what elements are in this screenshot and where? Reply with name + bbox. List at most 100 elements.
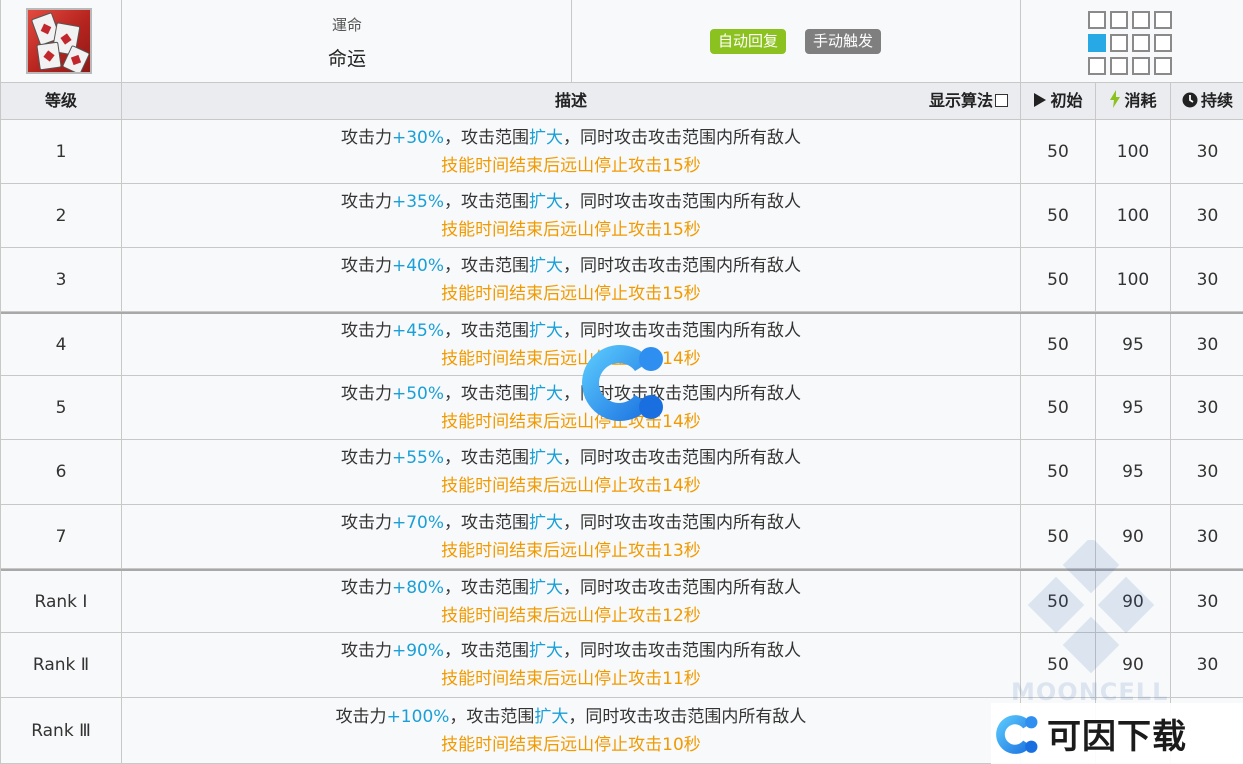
range-label: ，攻击范围 bbox=[444, 383, 530, 404]
initial-cell: 50 bbox=[1021, 120, 1096, 183]
range-expand: 扩大 bbox=[529, 448, 564, 468]
description-suffix: ，同时攻击攻击范围内所有敌人 bbox=[568, 706, 807, 727]
description-note: 技能时间结束后远山停止攻击15秒 bbox=[441, 152, 701, 180]
initial-header-label: 初始 bbox=[1050, 91, 1083, 110]
note-prefix: 技能时间结束后远山停止攻击 bbox=[441, 283, 663, 304]
skill-icon bbox=[26, 8, 92, 74]
description-note: 技能时间结束后远山停止攻击12秒 bbox=[441, 602, 701, 630]
atk-value: +80% bbox=[391, 577, 445, 598]
initial-header: 初始 bbox=[1021, 83, 1096, 119]
description-suffix: ，同时攻击攻击范围内所有敌人 bbox=[563, 320, 802, 341]
duration-cell: 30 bbox=[1196, 462, 1219, 482]
level-cell: 2 bbox=[1, 184, 122, 247]
description-line: 攻击力+100%，攻击范围扩大，同时攻击攻击范围内所有敌人 bbox=[336, 703, 807, 731]
level-cell: 4 bbox=[1, 314, 122, 375]
atk-value: +100% bbox=[386, 706, 450, 727]
range-label: ，攻击范围 bbox=[444, 255, 530, 276]
initial-cell: 50 bbox=[1021, 505, 1096, 568]
range-expand: 扩大 bbox=[529, 512, 564, 533]
description-suffix: ，同时攻击攻击范围内所有敌人 bbox=[563, 512, 802, 533]
range-tile bbox=[1132, 34, 1150, 52]
range-tile bbox=[1110, 34, 1128, 52]
show-formula-checkbox[interactable] bbox=[995, 94, 1008, 107]
cost-cell: 90 bbox=[1096, 633, 1171, 697]
cost-cell: 90 bbox=[1096, 571, 1171, 632]
initial-cell: 50 bbox=[1021, 184, 1096, 247]
attack-range-cell bbox=[1021, 0, 1243, 82]
description-cell: 攻击力+30%，攻击范围扩大，同时攻击攻击范围内所有敌人 技能时间结束后远山停止攻… bbox=[122, 120, 1021, 183]
cost-cell: 95 bbox=[1096, 376, 1171, 439]
description-suffix: ，同时攻击攻击范围内所有敌人 bbox=[563, 641, 802, 661]
duration-cell: 30 bbox=[1196, 269, 1219, 290]
description-line: 攻击力+35%，攻击范围扩大，同时攻击攻击范围内所有敌人 bbox=[341, 188, 801, 216]
cost-cell: 100 bbox=[1096, 248, 1171, 311]
note-prefix: 技能时间结束后远山停止攻击 bbox=[441, 411, 663, 432]
description-suffix: ，同时攻击攻击范围内所有敌人 bbox=[563, 577, 802, 598]
description-note: 技能时间结束后远山停止攻击11秒 bbox=[441, 665, 701, 693]
description-suffix: ，同时攻击攻击范围内所有敌人 bbox=[563, 383, 802, 404]
cost-cell bbox=[1096, 698, 1171, 763]
table-row: Rank Ⅲ 攻击力+100%，攻击范围扩大，同时攻击攻击范围内所有敌人 技能时间结… bbox=[1, 698, 1243, 764]
note-seconds: 15秒 bbox=[662, 219, 701, 240]
atk-value: +70% bbox=[391, 512, 445, 533]
table-header-row: 等级 描述 显示算法 初始 消耗 持续 bbox=[1, 83, 1243, 120]
table-row: 6 攻击力+55%，攻击范围扩大，同时攻击攻击范围内所有敌人 技能时间结束后远山停止… bbox=[1, 440, 1243, 505]
level-cell: 5 bbox=[1, 376, 122, 439]
cost-cell: 100 bbox=[1096, 184, 1171, 247]
description-note: 技能时间结束后远山停止攻击15秒 bbox=[441, 280, 701, 308]
range-tile bbox=[1110, 11, 1128, 29]
range-tile bbox=[1132, 57, 1150, 75]
note-seconds: 14秒 bbox=[662, 348, 701, 369]
atk-label: 攻击力 bbox=[340, 448, 392, 468]
atk-label: 攻击力 bbox=[340, 127, 392, 148]
duration-cell: 30 bbox=[1196, 526, 1219, 547]
range-expand: 扩大 bbox=[529, 577, 564, 598]
description-suffix: ，同时攻击攻击范围内所有敌人 bbox=[563, 255, 802, 276]
cost-cell: 95 bbox=[1096, 440, 1171, 504]
description-cell: 攻击力+70%，攻击范围扩大，同时攻击攻击范围内所有敌人 技能时间结束后远山停止攻… bbox=[122, 505, 1021, 568]
table-row: Rank Ⅱ 攻击力+90%，攻击范围扩大，同时攻击攻击范围内所有敌人 技能时间结束… bbox=[1, 633, 1243, 698]
table-row: 4 攻击力+45%，攻击范围扩大，同时攻击攻击范围内所有敌人 技能时间结束后远山停止… bbox=[1, 312, 1243, 376]
description-line: 攻击力+45%，攻击范围扩大，同时攻击攻击范围内所有敌人 bbox=[341, 317, 801, 345]
range-expand: 扩大 bbox=[534, 706, 569, 727]
atk-value: +50% bbox=[391, 383, 445, 404]
note-seconds: 15秒 bbox=[662, 155, 701, 176]
skill-name-original: 運命 bbox=[331, 16, 362, 34]
level-cell: Rank Ⅲ bbox=[1, 698, 122, 763]
range-tile bbox=[1088, 57, 1106, 75]
atk-label: 攻击力 bbox=[340, 320, 392, 341]
description-cell: 攻击力+80%，攻击范围扩大，同时攻击攻击范围内所有敌人 技能时间结束后远山停止攻… bbox=[122, 571, 1021, 632]
duration-cell: 30 bbox=[1196, 334, 1219, 355]
range-expand: 扩大 bbox=[529, 127, 564, 148]
level-cell: 1 bbox=[1, 120, 122, 183]
atk-label: 攻击力 bbox=[340, 255, 392, 276]
show-formula-toggle[interactable]: 显示算法 bbox=[929, 83, 1008, 119]
note-seconds: 12秒 bbox=[662, 605, 701, 626]
duration-cell: 30 bbox=[1196, 205, 1219, 226]
level-header: 等级 bbox=[1, 83, 122, 119]
atk-label: 攻击力 bbox=[340, 383, 392, 404]
note-prefix: 技能时间结束后远山停止攻击 bbox=[441, 476, 663, 496]
cost-cell: 100 bbox=[1096, 120, 1171, 183]
description-line: 攻击力+90%，攻击范围扩大，同时攻击攻击范围内所有敌人 bbox=[341, 637, 801, 665]
initial-cell: 50 bbox=[1021, 440, 1096, 504]
range-expand: 扩大 bbox=[529, 191, 564, 212]
duration-cell: 30 bbox=[1196, 591, 1219, 612]
description-cell: 攻击力+100%，攻击范围扩大，同时攻击攻击范围内所有敌人 技能时间结束后远山停止… bbox=[122, 698, 1021, 763]
cost-header-label: 消耗 bbox=[1124, 91, 1157, 110]
range-expand: 扩大 bbox=[529, 641, 564, 661]
duration-cell bbox=[1171, 698, 1243, 763]
atk-value: +30% bbox=[391, 127, 445, 148]
attack-range-grid bbox=[1088, 11, 1176, 77]
range-tile bbox=[1154, 57, 1172, 75]
level-cell: Rank Ⅰ bbox=[1, 571, 122, 632]
skill-icon-cell bbox=[1, 0, 122, 82]
range-expand: 扩大 bbox=[529, 255, 564, 276]
description-cell: 攻击力+55%，攻击范围扩大，同时攻击攻击范围内所有敌人 技能时间结束后远山停止攻… bbox=[122, 440, 1021, 504]
range-expand: 扩大 bbox=[529, 383, 564, 404]
note-seconds: 14秒 bbox=[662, 476, 701, 496]
description-cell: 攻击力+50%，攻击范围扩大，同时攻击攻击范围内所有敌人技能时间结束后远山停止攻… bbox=[122, 376, 1021, 439]
description-line: 攻击力+30%，攻击范围扩大，同时攻击攻击范围内所有敌人 bbox=[341, 124, 801, 152]
note-prefix: 技能时间结束后远山停止攻击 bbox=[441, 540, 663, 561]
lightning-icon bbox=[1110, 90, 1121, 108]
